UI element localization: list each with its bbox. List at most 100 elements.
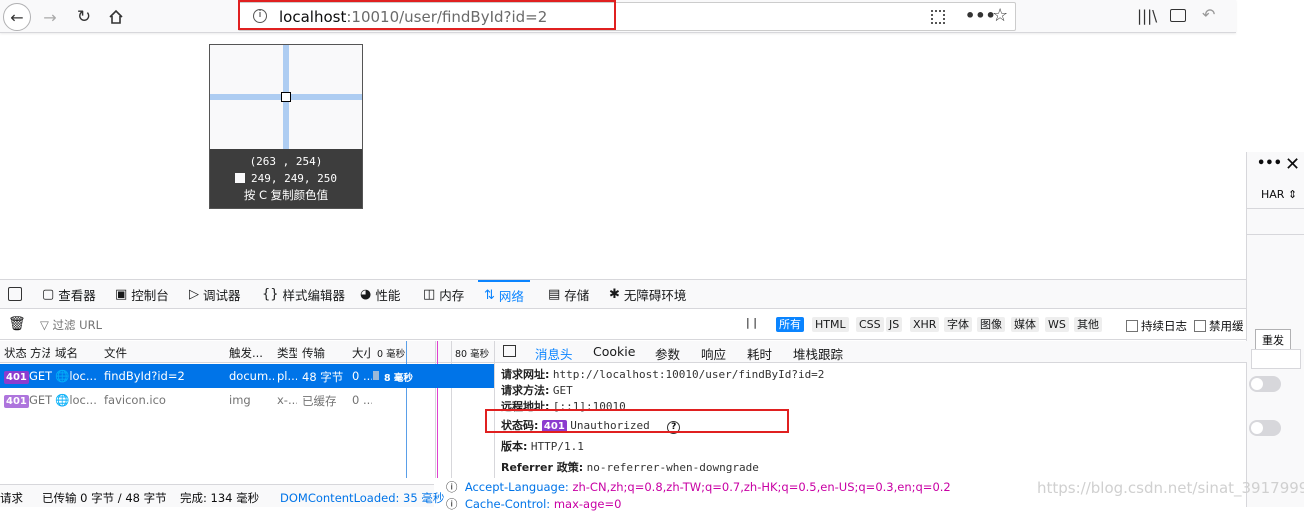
toggle-panel-icon[interactable] [503,345,516,357]
col-status[interactable]: 状态 [4,345,26,361]
filter-image[interactable]: 图像 [977,317,1005,332]
qr-code-icon[interactable] [931,10,945,24]
tab-timings[interactable]: 耗时 [747,344,772,363]
close-icon[interactable]: ✕ [1285,154,1300,175]
pause-icon[interactable]: | | [746,316,757,329]
request-transferred: 48 字节 [302,370,344,384]
picker-hint: 按 C 复制颜色值 [243,188,329,202]
home-button[interactable] [102,3,130,31]
col-method[interactable]: 方法 [30,345,50,361]
request-type: pl... [277,369,297,383]
filter-ws[interactable]: WS [1045,317,1069,332]
help-icon[interactable]: ⓘ [446,497,458,511]
tab-style-editor[interactable]: {} 样式编辑器 [262,280,345,309]
status-requests: 请求 [0,491,23,505]
har-menu[interactable]: HAR ⇕ [1261,188,1297,201]
tab-inspector[interactable]: ▢ 查看器 [42,280,96,309]
request-method-line: 请求方法: GET [501,384,573,397]
element-picker-icon[interactable] [8,287,22,301]
tab-cookie[interactable]: Cookie [593,344,635,359]
filter-media[interactable]: 媒体 [1011,317,1039,332]
back-button[interactable]: ← [3,3,31,31]
side-panel: ••• ✕ HAR ⇕ 重发 [1246,152,1304,507]
disable-cache-checkbox[interactable]: 禁用缓 [1194,318,1246,334]
filter-xhr[interactable]: XHR [910,317,940,332]
table-row[interactable]: 401 GET 🌐loc... findById?id=2 docum... p… [0,364,494,388]
col-timeline-80: 80 毫秒 [455,349,490,360]
toggle-switch-1[interactable] [1249,376,1281,392]
col-transferred[interactable]: 传输 [302,345,346,361]
accessibility-icon: ✱ [609,287,620,302]
network-icon: ⇅ [484,288,495,303]
tab-performance[interactable]: ◕ 性能 [360,280,400,309]
memory-icon: ◫ [423,287,436,302]
performance-icon: ◕ [360,287,372,302]
request-cause: img [229,393,251,407]
tab-accessibility[interactable]: ✱ 无障碍环境 [609,280,686,309]
devtools-panel: ▢ 查看器 ▣ 控制台 ▷ 调试器 {} 样式编辑器 ◕ 性能 ◫ 内存 ⇅ 网络 ▤ 存储 ✱… [0,279,1247,478]
undo-icon[interactable]: ↶ [1202,5,1215,24]
picker-coords: (263 , 254) [249,155,323,168]
toggle-switch-2[interactable] [1249,420,1281,436]
url-highlight-box [238,0,616,30]
request-header-line: ⓘ Accept-Language: zh-CN,zh;q=0.8,zh-TW;… [446,480,951,494]
tab-params[interactable]: 参数 [655,344,680,363]
filter-js[interactable]: JS [886,317,903,332]
request-size: 0 ... [352,393,372,407]
trash-icon[interactable]: 🗑 [8,316,26,332]
arrow-right-icon: → [43,7,57,27]
request-method: GET [29,393,53,407]
request-cause: docum... [229,369,274,383]
request-domain: 🌐loc... [55,369,97,383]
col-size[interactable]: 大小 [352,345,370,361]
tab-debugger[interactable]: ▷ 调试器 [189,280,241,309]
filter-input[interactable]: ▽ 过滤 URL [40,317,340,333]
col-timeline-0: 0 毫秒 [377,349,406,360]
color-picker-magnifier: (263 , 254) 249, 249, 250 按 C 复制颜色值 [209,44,363,209]
bookmark-star-icon[interactable]: ☆ [992,5,1008,26]
filter-css[interactable]: CSS [856,317,884,332]
filter-font[interactable]: 字体 [944,317,972,332]
network-filter-bar: 🗑 ▽ 过滤 URL | | 所有 HTML CSS JS XHR 字体 图像 … [0,310,1246,340]
console-icon: ▣ [115,287,128,302]
request-transferred: 已缓存 [302,394,337,408]
filter-other[interactable]: 其他 [1074,317,1102,332]
help-icon[interactable]: ⓘ [446,480,458,494]
request-header-line: ⓘ Cache-Control: max-age=0 [446,497,622,511]
status-highlight-box [485,409,789,433]
forward-button[interactable]: → [36,3,64,31]
request-table-header: 状态 方法 域名 文件 触发... 类型 传输 大小 0 毫秒 80 毫秒 [0,341,494,363]
library-icon[interactable]: |||\ [1137,7,1157,25]
col-cause[interactable]: 触发... [229,345,273,361]
tab-network[interactable]: ⇅ 网络 [478,280,530,309]
tab-storage[interactable]: ▤ 存储 [548,280,589,309]
col-type[interactable]: 类型 [277,345,297,361]
request-file: favicon.ico [104,393,166,407]
picker-info: (263 , 254) 249, 249, 250 按 C 复制颜色值 [210,149,362,208]
persist-log-checkbox[interactable]: 持续日志 [1126,318,1187,334]
request-timing: 8 毫秒 [384,373,413,384]
col-file[interactable]: 文件 [104,345,224,361]
col-domain[interactable]: 域名 [55,345,99,361]
details-tabbar: 消息头 Cookie 参数 响应 耗时 堆栈跟踪 [495,341,1247,363]
tab-stack-trace[interactable]: 堆栈跟踪 [793,344,843,363]
filter-html[interactable]: HTML [812,317,849,332]
sidebar-icon[interactable] [1170,9,1186,22]
tab-memory[interactable]: ◫ 内存 [423,280,464,309]
tab-response[interactable]: 响应 [701,344,726,363]
status-transferred: 已传输 0 字节 / 48 字节 [42,491,167,505]
picker-center-pixel [281,92,291,102]
filter-all[interactable]: 所有 [776,317,804,332]
browser-toolbar: ← → ↻ i localhost:10010/user/findById?id… [0,0,1236,33]
status-dcl: DOMContentLoaded: 35 毫秒 [280,491,445,505]
tab-headers[interactable]: 消息头 [529,344,579,363]
resend-button[interactable]: 重发 [1255,329,1291,351]
more-icon[interactable]: ••• [1257,156,1282,171]
request-table: 状态 方法 域名 文件 触发... 类型 传输 大小 0 毫秒 80 毫秒 40… [0,341,494,478]
resend-input[interactable] [1251,349,1301,369]
referrer-policy-line: Referrer 政策: no-referrer-when-downgrade [501,461,759,474]
reload-button[interactable]: ↻ [70,3,98,31]
tab-console[interactable]: ▣ 控制台 [115,280,169,309]
table-row[interactable]: 401 GET 🌐loc... favicon.ico img x-... 已缓… [0,388,494,412]
devtools-tabbar: ▢ 查看器 ▣ 控制台 ▷ 调试器 {} 样式编辑器 ◕ 性能 ◫ 内存 ⇅ 网络 ▤ 存储 ✱… [0,280,1246,309]
